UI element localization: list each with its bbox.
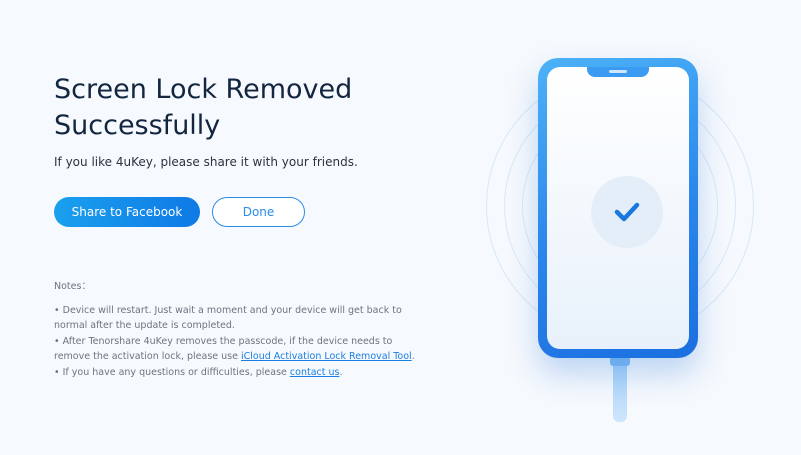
note-text: . (339, 367, 343, 378)
notes-heading: Notes： (54, 281, 91, 292)
note-text: • If you have any questions or difficult… (54, 367, 290, 378)
phone-icon (538, 58, 698, 358)
note-text: . (411, 351, 415, 362)
share-to-facebook-button[interactable]: Share to Facebook (54, 197, 200, 227)
note-text: • Device will restart. Just wait a momen… (54, 305, 402, 331)
note-item-contact: • If you have any questions or difficult… (54, 365, 419, 380)
speaker-bar (609, 70, 627, 73)
check-circle (591, 176, 663, 248)
page-title: Screen Lock Removed Successfully (54, 74, 353, 141)
phone-screen (547, 67, 689, 349)
done-button[interactable]: Done (212, 197, 305, 227)
notes-section: Notes： • Device will restart. Just wait … (54, 279, 419, 381)
share-prompt: If you like 4uKey, please share it with … (54, 155, 358, 169)
phone-illustration (470, 0, 801, 455)
icloud-activation-lock-removal-link[interactable]: iCloud Activation Lock Removal Tool (241, 351, 412, 362)
phone-notch (587, 67, 649, 77)
note-item-activation-lock: • After Tenorshare 4uKey removes the pas… (54, 334, 419, 364)
checkmark-icon (614, 202, 640, 222)
success-panel: Screen Lock Removed Successfully If you … (54, 0, 454, 455)
note-item-restart: • Device will restart. Just wait a momen… (54, 303, 419, 333)
contact-us-link[interactable]: contact us (290, 367, 340, 378)
